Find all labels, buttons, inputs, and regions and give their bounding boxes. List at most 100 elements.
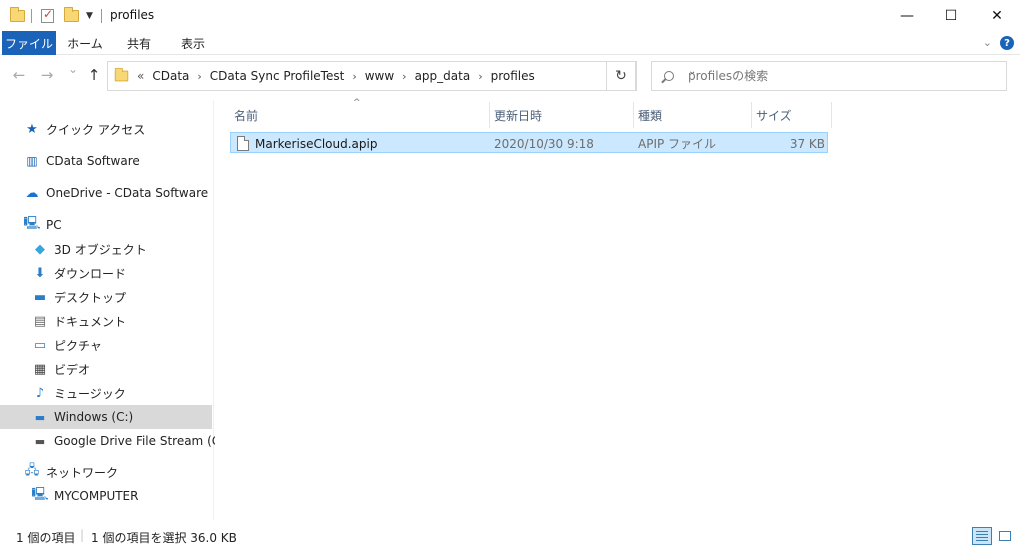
sidebar-item-label: ネットワーク xyxy=(46,465,119,480)
cube-icon: ◆ xyxy=(35,241,45,257)
navigation-pane: ★ クイック アクセス ▥ CData Software ☁ OneDrive … xyxy=(0,100,230,520)
sidebar-item-label: Google Drive File Stream (G:) xyxy=(54,434,230,448)
address-bar[interactable]: « CData › CData Sync ProfileTest › www ›… xyxy=(107,61,696,91)
table-row[interactable]: MarkeriseCloud.apip 2020/10/30 9:18 APIP… xyxy=(230,132,828,153)
sidebar-item-label: デスクトップ xyxy=(54,290,127,305)
sidebar-item-label: CData Software xyxy=(46,154,140,168)
sidebar-item-label: 3D オブジェクト xyxy=(54,242,147,257)
sidebar-item-label: OneDrive - CData Software xyxy=(46,186,209,200)
maximize-button[interactable]: ☐ xyxy=(928,0,974,31)
drive-icon: ▬ xyxy=(34,434,46,448)
sidebar-item-windows-c[interactable]: ▬ Windows (C:) xyxy=(0,405,212,429)
computer-icon: 🖳 xyxy=(23,216,41,231)
sidebar-item-label: MYCOMPUTER xyxy=(54,489,139,503)
file-name-cell: MarkeriseCloud.apip xyxy=(237,133,377,154)
cloud-icon: ☁ xyxy=(25,185,39,201)
drive-icon: ▬ xyxy=(34,410,46,424)
toolbar-divider xyxy=(101,9,102,23)
breadcrumb-overflow[interactable]: « xyxy=(137,69,144,83)
sidebar-item-label: ピクチャ xyxy=(54,338,102,353)
details-view-icon xyxy=(976,531,988,541)
tab-file[interactable]: ファイル xyxy=(2,31,56,55)
sidebar-item-desktop[interactable]: ▬ デスクトップ xyxy=(32,286,126,308)
ribbon-tabs: ファイル ホーム 共有 表示 ⌄ ? xyxy=(0,31,1020,55)
column-header-modified[interactable]: 更新日時 xyxy=(490,102,634,128)
network-icon: 🖧 xyxy=(24,463,40,478)
sidebar-item-cdata-software[interactable]: ▥ CData Software xyxy=(24,150,140,172)
file-list: ^ 名前 更新日時 種類 サイズ MarkeriseCloud.apip 202… xyxy=(215,98,1020,520)
music-icon: ♪ xyxy=(35,385,45,401)
navigation-bar: ← → ⌄ ↑ « CData › CData Sync ProfileTest… xyxy=(0,56,1020,96)
chevron-right-icon[interactable]: › xyxy=(197,70,201,83)
picture-icon: ▭ xyxy=(33,337,47,353)
breadcrumb: « CData › CData Sync ProfileTest › www ›… xyxy=(137,69,535,83)
breadcrumb-item[interactable]: profiles xyxy=(491,69,535,83)
status-item-count: 1 個の項目 xyxy=(16,531,76,545)
sidebar-item-music[interactable]: ♪ ミュージック xyxy=(32,382,126,404)
minimize-button[interactable]: — xyxy=(884,0,930,31)
folder-icon xyxy=(114,67,129,82)
sidebar-item-label: ビデオ xyxy=(54,362,91,377)
tab-view[interactable]: 表示 xyxy=(170,31,216,55)
breadcrumb-item[interactable]: CData Sync ProfileTest xyxy=(210,69,345,83)
status-bar: 1 個の項目 | 1 個の項目を選択 36.0 KB xyxy=(0,521,1020,549)
breadcrumb-item[interactable]: app_data xyxy=(415,69,471,83)
folder-icon xyxy=(10,7,25,25)
column-header-name[interactable]: 名前 xyxy=(230,102,490,128)
recent-locations-button[interactable]: ⌄ xyxy=(64,62,82,76)
search-input[interactable] xyxy=(688,69,988,83)
customize-toolbar-dropdown[interactable]: ▼ xyxy=(86,7,93,25)
breadcrumb-item[interactable]: www xyxy=(365,69,394,83)
search-box[interactable] xyxy=(651,61,1007,91)
large-icons-view-button[interactable] xyxy=(995,527,1015,545)
refresh-button[interactable]: ↻ xyxy=(606,61,636,91)
file-icon xyxy=(237,136,249,151)
tab-share[interactable]: 共有 xyxy=(116,31,162,55)
back-button[interactable]: ← xyxy=(10,66,28,84)
column-header-type[interactable]: 種類 xyxy=(634,102,752,128)
status-selection: 1 個の項目を選択 36.0 KB xyxy=(91,531,237,545)
computer-icon: 🖳 xyxy=(31,487,49,502)
sidebar-item-label: Windows (C:) xyxy=(54,410,134,424)
sidebar-item-onedrive[interactable]: ☁ OneDrive - CData Software xyxy=(24,182,209,204)
expand-ribbon-chevron-icon[interactable]: ⌄ xyxy=(983,36,992,49)
search-icon xyxy=(664,71,674,81)
properties-icon[interactable] xyxy=(41,7,54,25)
sidebar-item-google-drive[interactable]: ▬ Google Drive File Stream (G:) xyxy=(32,430,230,452)
document-icon: ▤ xyxy=(33,313,47,329)
title-bar: ▼ profiles — ☐ ✕ xyxy=(0,0,1020,31)
sidebar-item-videos[interactable]: ▦ ビデオ xyxy=(32,358,90,380)
status-divider: | xyxy=(80,528,85,542)
sidebar-item-network[interactable]: 🖧 ネットワーク xyxy=(24,461,118,483)
file-modified: 2020/10/30 9:18 xyxy=(494,136,594,151)
new-folder-icon[interactable] xyxy=(64,7,79,25)
sidebar-item-pictures[interactable]: ▭ ピクチャ xyxy=(32,334,102,356)
tab-home[interactable]: ホーム xyxy=(62,31,108,55)
sidebar-item-pc[interactable]: 🖳 PC xyxy=(23,214,62,236)
sidebar-item-mycomputer[interactable]: 🖳 MYCOMPUTER xyxy=(31,485,139,507)
file-size: 37 KB xyxy=(789,136,825,151)
sidebar-item-label: ミュージック xyxy=(54,386,126,401)
sidebar-item-quick-access[interactable]: ★ クイック アクセス xyxy=(24,118,145,140)
sidebar-item-documents[interactable]: ▤ ドキュメント xyxy=(32,310,126,332)
help-icon[interactable]: ? xyxy=(1000,36,1014,50)
sidebar-item-3d-objects[interactable]: ◆ 3D オブジェクト xyxy=(32,238,147,260)
column-header-size[interactable]: サイズ xyxy=(752,102,832,128)
forward-button[interactable]: → xyxy=(38,66,56,84)
sidebar-item-downloads[interactable]: ⬇ ダウンロード xyxy=(32,262,126,284)
chevron-right-icon[interactable]: › xyxy=(402,70,406,83)
chevron-right-icon[interactable]: › xyxy=(352,70,356,83)
large-icons-view-icon xyxy=(999,531,1011,541)
star-icon: ★ xyxy=(26,121,38,137)
close-button[interactable]: ✕ xyxy=(974,0,1020,31)
sidebar-item-label: クイック アクセス xyxy=(46,122,146,137)
sidebar-item-label: PC xyxy=(46,218,62,232)
details-view-button[interactable] xyxy=(972,527,992,545)
chevron-right-icon[interactable]: › xyxy=(478,70,482,83)
up-button[interactable]: ↑ xyxy=(85,66,103,84)
download-icon: ⬇ xyxy=(34,265,46,281)
toolbar-divider xyxy=(31,9,32,23)
window-title: profiles xyxy=(110,8,155,22)
file-type: APIP ファイル xyxy=(638,137,717,151)
breadcrumb-item[interactable]: CData xyxy=(152,69,189,83)
